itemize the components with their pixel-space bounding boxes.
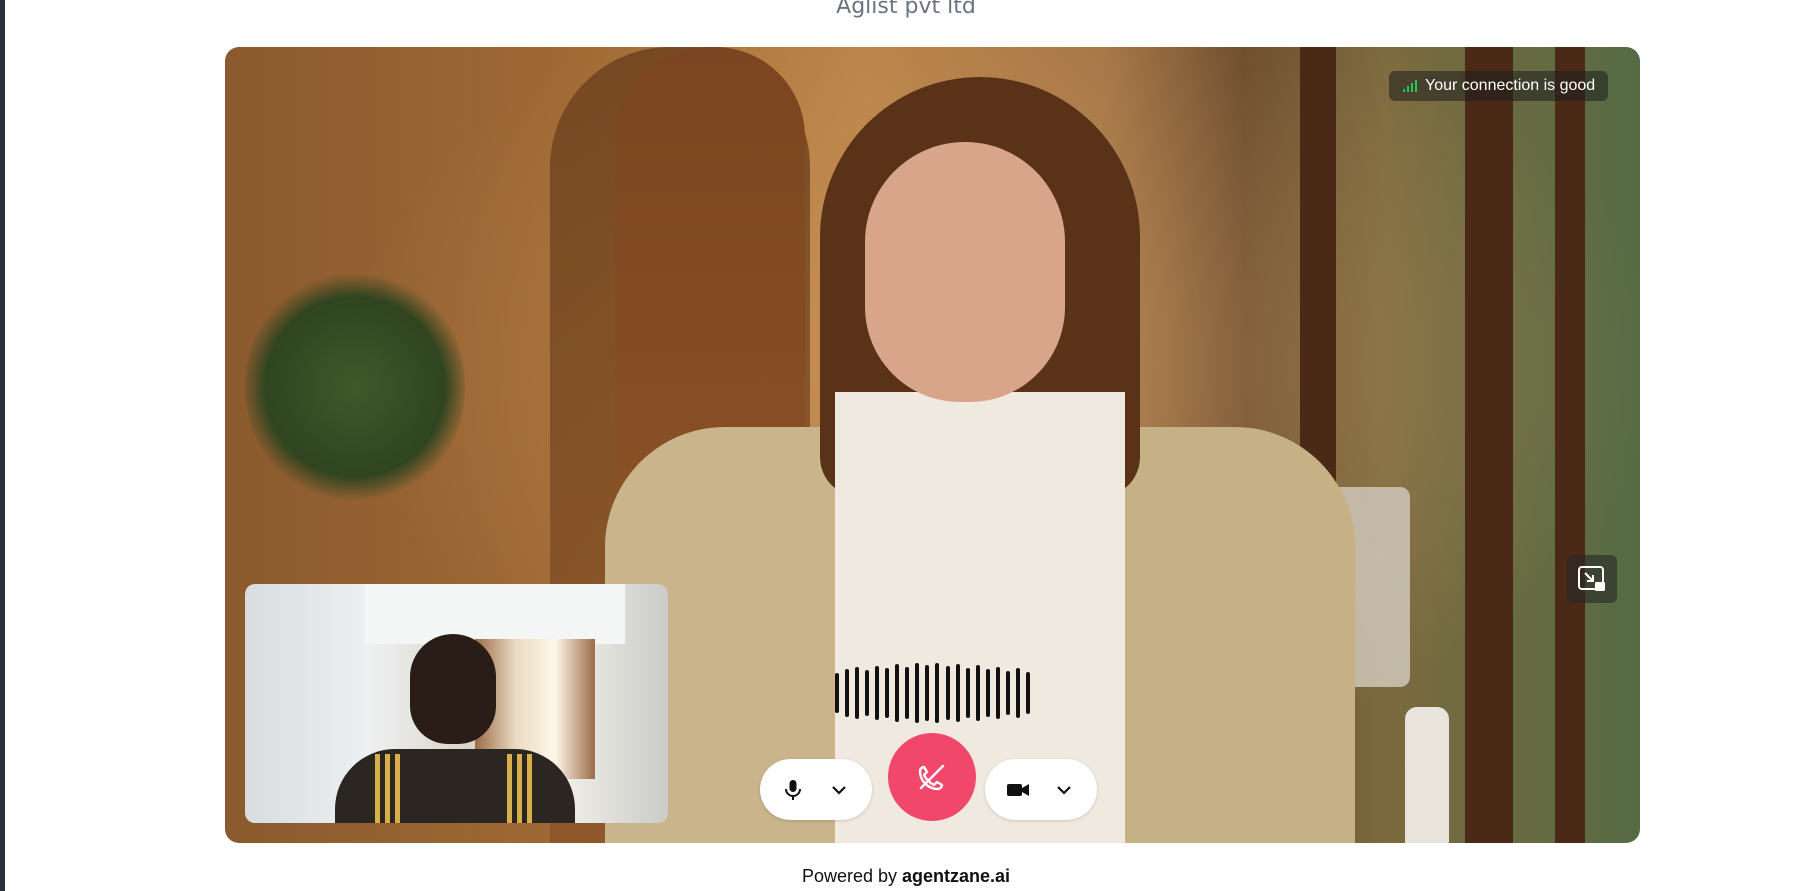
connection-status-badge: Your connection is good [1389, 71, 1609, 101]
chevron-down-icon [1057, 785, 1071, 795]
window-left-edge [0, 0, 5, 891]
end-call-button[interactable] [888, 733, 976, 821]
self-camera-preview [245, 584, 668, 823]
microphone-icon [785, 779, 801, 800]
phone-off-icon [918, 764, 945, 791]
background-vase [1405, 707, 1449, 843]
connection-status-text: Your connection is good [1425, 77, 1596, 94]
agent-video: Your connection is good [225, 47, 1640, 843]
camera-options-button[interactable] [1044, 770, 1084, 810]
signal-bars-icon [1403, 80, 1417, 92]
audio-waveform [835, 663, 1030, 723]
microphone-control [760, 759, 872, 820]
microphone-button[interactable] [773, 770, 813, 810]
chevron-down-icon [832, 785, 846, 795]
background-plant [245, 267, 465, 507]
video-camera-icon [1007, 783, 1029, 796]
brand-link[interactable]: agentzane.ai [902, 866, 1010, 886]
picture-in-picture-icon [1578, 566, 1605, 591]
powered-by-label: Powered by [801, 866, 897, 886]
microphone-options-button[interactable] [819, 770, 859, 810]
powered-by-footer: Powered by agentzane.ai [0, 866, 1812, 887]
picture-in-picture-button[interactable] [1567, 555, 1617, 603]
company-name: Aglist pvt ltd [836, 0, 976, 19]
camera-button[interactable] [998, 770, 1038, 810]
camera-control [985, 759, 1097, 820]
